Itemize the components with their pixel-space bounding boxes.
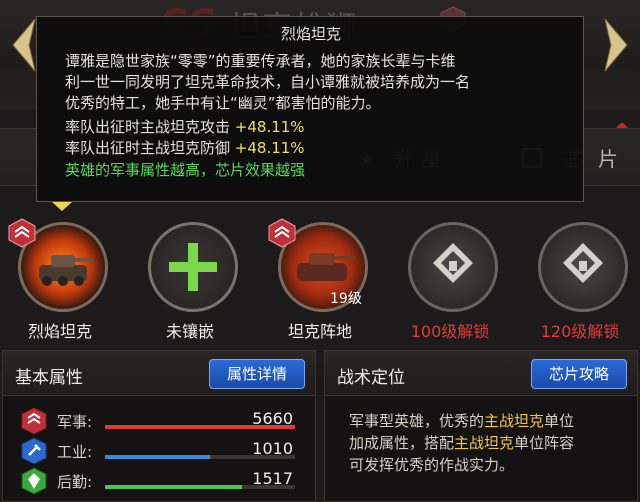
tooltip-desc-line: 优秀的特工，她手中有让“幽灵”都害怕的能力。 <box>65 94 381 112</box>
slot-label: 100级解锁 <box>410 322 490 341</box>
chip-grade-icon <box>8 218 36 248</box>
slot-label: 未镶嵌 <box>165 322 214 341</box>
tooltip-desc-line: 利一世一同发明了坦克革命技术，自小谭雅就被培养成为一名 <box>65 73 471 91</box>
plus-icon <box>169 243 217 291</box>
bonus-label: 率队出征时主战坦克攻击 <box>65 118 231 136</box>
attr-label: 军事: <box>57 413 93 431</box>
slot-label: 120级解锁 <box>540 322 620 341</box>
desc-highlight: 主战坦克 <box>484 412 545 430</box>
bonus-value: +48.11% <box>234 118 305 136</box>
attr-bar-fill <box>105 485 242 489</box>
panel-title: 战术定位 <box>337 368 405 388</box>
chip-guide-button[interactable]: 芯片攻略 <box>531 359 627 389</box>
attr-row-military: 军事: 5660 <box>21 407 311 435</box>
attr-bar-fill <box>105 455 210 459</box>
lock-icon <box>433 243 473 283</box>
next-hero-button[interactable] <box>594 0 640 90</box>
logistics-icon <box>21 467 47 495</box>
panel-title: 基本属性 <box>15 368 83 388</box>
panel-header: 战术定位 芯片攻略 <box>325 351 637 396</box>
desc-text: 单位 <box>544 412 575 430</box>
tooltip-title: 烈焰坦克 <box>280 25 341 43</box>
tooltip-pointer-icon <box>52 202 72 211</box>
locked-slot <box>408 222 498 312</box>
tooltip-desc-line: 谭雅是隐世家族“零零”的重要传承者，她的家族长辈与卡维 <box>65 52 456 70</box>
attr-value: 1010 <box>252 439 293 458</box>
bonus-value: +48.11% <box>234 139 305 157</box>
bonus-label: 率队出征时主战坦克防御 <box>65 139 231 157</box>
desc-text: 加成属性，搭配 <box>349 434 455 452</box>
attribute-details-button[interactable]: 属性详情 <box>209 359 305 389</box>
military-icon <box>21 407 47 435</box>
chip-grade-icon <box>268 218 296 248</box>
panel-header: 基本属性 属性详情 <box>3 351 315 396</box>
basic-attributes-panel: 基本属性 属性详情 军事: 5660 工业: 1010 后勤: 1517 <box>2 350 316 502</box>
chevron-left-icon <box>12 18 36 72</box>
desc-text: 单位阵容 <box>514 434 575 452</box>
tooltip-attack-bonus: 率队出征时主战坦克攻击 +48.11% <box>65 117 305 137</box>
locked-slot <box>538 222 628 312</box>
tactics-desc-line: 军事型英雄，优秀的主战坦克单位 <box>349 411 574 431</box>
attr-row-industry: 工业: 1010 <box>21 437 311 465</box>
attr-label: 工业: <box>57 443 93 461</box>
slot-level: 19级 <box>330 291 362 307</box>
lock-icon <box>563 243 603 283</box>
tactics-desc-line: 加成属性，搭配主战坦克单位阵容 <box>349 433 574 453</box>
industry-icon <box>21 437 47 465</box>
attr-row-logistics: 后勤: 1517 <box>21 467 311 495</box>
tactics-desc-line: 可发挥优秀的作战实力。 <box>349 456 515 474</box>
tactics-panel: 战术定位 芯片攻略 军事型英雄，优秀的主战坦克单位 加成属性，搭配主战坦克单位阵… <box>324 350 638 502</box>
desc-highlight: 主战坦克 <box>454 434 515 452</box>
slot-label: 坦克阵地 <box>287 322 352 341</box>
chip-tooltip: 烈焰坦克 谭雅是隐世家族“零零”的重要传承者，她的家族长辈与卡维 利一世一同发明… <box>36 16 584 202</box>
attr-label: 后勤: <box>57 473 93 491</box>
tooltip-defense-bonus: 率队出征时主战坦克防御 +48.11% <box>65 138 305 158</box>
tooltip-note: 英雄的军事属性越高，芯片效果越强 <box>65 161 306 179</box>
attr-value: 1517 <box>252 469 293 488</box>
empty-slot <box>148 222 238 312</box>
chevron-right-icon <box>604 18 628 72</box>
slot-label: 烈焰坦克 <box>27 322 92 341</box>
attr-value: 5660 <box>252 409 293 428</box>
desc-text: 军事型英雄，优秀的 <box>349 412 485 430</box>
